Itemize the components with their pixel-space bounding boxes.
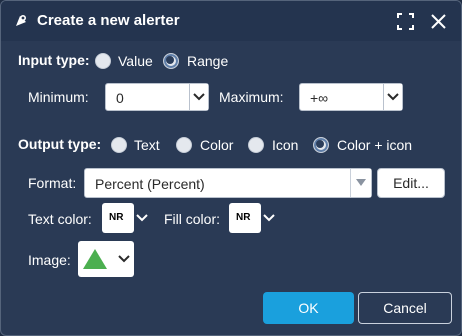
close-icon[interactable] xyxy=(430,13,447,30)
maximum-select[interactable]: +∞ xyxy=(299,83,403,111)
fill-color-swatch-label: NR xyxy=(236,212,251,223)
text-color-swatch[interactable]: NR xyxy=(102,203,134,233)
chevron-down-icon[interactable] xyxy=(136,214,148,222)
chevron-down-icon xyxy=(387,93,399,101)
cancel-button[interactable]: Cancel xyxy=(358,292,452,324)
format-dropdown-button[interactable] xyxy=(350,169,371,197)
output-type-text-label: Text xyxy=(134,137,160,153)
edit-format-button[interactable]: Edit... xyxy=(377,168,445,198)
minimum-value: 0 xyxy=(116,90,124,106)
alerter-icon xyxy=(16,15,26,26)
output-type-color-icon-label: Color + icon xyxy=(337,137,413,153)
format-select[interactable]: Percent (Percent) xyxy=(84,168,372,198)
output-type-color-label: Color xyxy=(200,137,234,153)
output-type-color-icon-radio[interactable] xyxy=(313,137,329,153)
dialog-titlebar: Create a new alerter xyxy=(1,1,461,41)
dialog-title: Create a new alerter xyxy=(37,12,180,29)
green-triangle-icon xyxy=(83,249,107,269)
text-color-label: Text color: xyxy=(28,211,92,227)
expand-icon[interactable] xyxy=(397,13,414,30)
chevron-down-icon[interactable] xyxy=(263,214,275,222)
minimum-dropdown-button[interactable] xyxy=(189,84,208,110)
create-alerter-dialog: Create a new alerter Input type: Value R… xyxy=(0,0,462,336)
image-select[interactable] xyxy=(78,241,134,277)
format-value: Percent (Percent) xyxy=(95,176,205,192)
caret-down-icon xyxy=(356,179,366,186)
chevron-down-icon xyxy=(118,255,130,263)
output-type-text-radio[interactable] xyxy=(111,137,127,153)
input-type-range-radio[interactable] xyxy=(163,53,179,69)
minimum-label: Minimum: xyxy=(28,89,89,105)
fill-color-swatch[interactable]: NR xyxy=(229,203,261,233)
text-color-swatch-label: NR xyxy=(109,212,124,223)
fill-color-label: Fill color: xyxy=(164,211,221,227)
output-type-label: Output type: xyxy=(18,136,102,152)
input-type-value-label: Value xyxy=(118,53,153,69)
output-type-color-radio[interactable] xyxy=(176,137,192,153)
minimum-select[interactable]: 0 xyxy=(105,83,209,111)
maximum-label: Maximum: xyxy=(219,89,284,105)
format-label: Format: xyxy=(28,175,77,191)
chevron-down-icon xyxy=(193,93,205,101)
input-type-label: Input type: xyxy=(18,52,90,68)
maximum-value: +∞ xyxy=(310,90,329,106)
input-type-range-label: Range xyxy=(187,53,229,69)
output-type-icon-radio[interactable] xyxy=(248,137,264,153)
maximum-dropdown-button[interactable] xyxy=(383,84,402,110)
input-type-value-radio[interactable] xyxy=(95,53,111,69)
ok-button[interactable]: OK xyxy=(263,292,354,324)
image-label: Image: xyxy=(28,252,71,268)
output-type-icon-label: Icon xyxy=(272,137,299,153)
